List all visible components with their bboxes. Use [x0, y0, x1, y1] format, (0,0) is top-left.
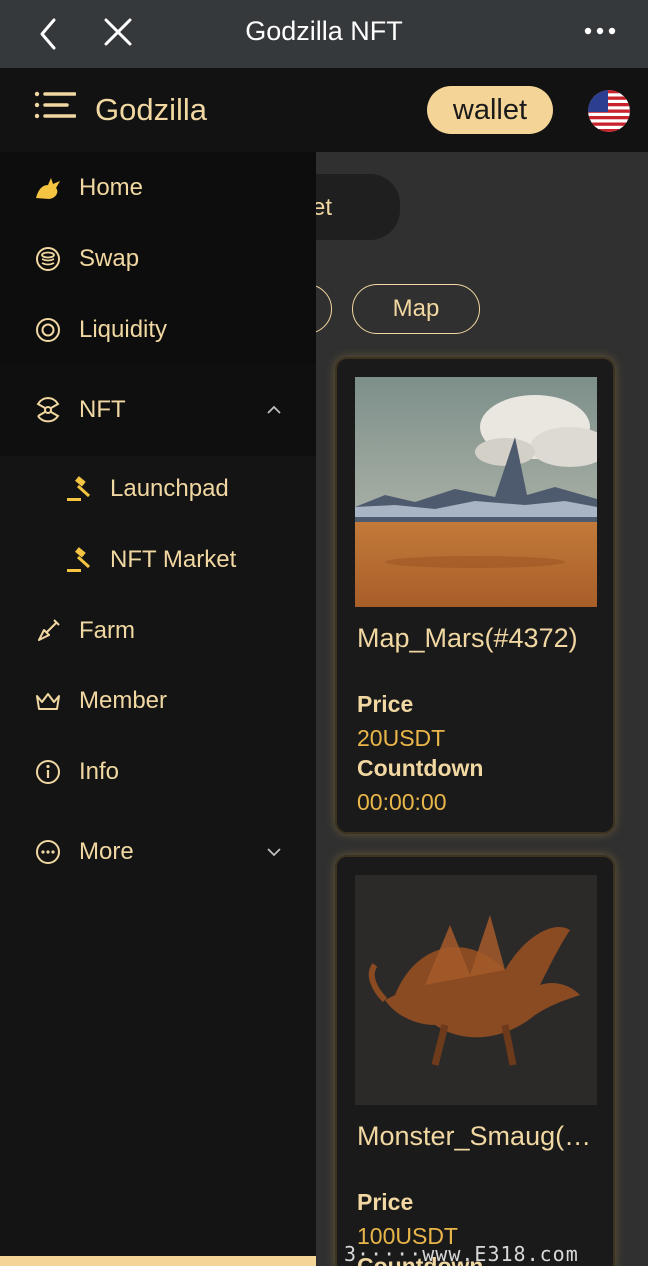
price-value: 20USDT [357, 725, 446, 751]
nft-card[interactable]: Monster_Smaug(… Price 100USDT Countdown [335, 855, 615, 1266]
sidebar-item-member[interactable]: Member [0, 671, 316, 731]
shovel-icon [38, 619, 60, 641]
back-arrow-icon[interactable] [30, 14, 70, 54]
sidebar-item-swap[interactable]: Swap [0, 229, 316, 289]
sidebar-item-label: More [79, 838, 134, 865]
crown-icon [36, 693, 60, 710]
nft-image-mars [355, 377, 597, 607]
close-icon[interactable] [98, 12, 138, 52]
sidebar-item-farm[interactable]: Farm [0, 601, 316, 661]
countdown-label: Countdown [357, 755, 484, 781]
sidebar-item-info[interactable]: Info [0, 742, 316, 802]
sidebar-item-label: Liquidity [79, 316, 168, 343]
side-drawer: Home Swap Liquidity NFT Launchpad NFT Ma… [0, 152, 316, 1266]
price-label: Price [357, 1189, 414, 1215]
sidebar-item-more[interactable]: More [0, 822, 316, 882]
sidebar-item-label: Farm [79, 617, 135, 644]
gavel-icon [67, 476, 91, 501]
sidebar-item-label: NFT [79, 396, 126, 423]
sidebar-item-label: Info [79, 758, 120, 785]
nft-name: Monster_Smaug(… [357, 1121, 592, 1151]
sidebar-item-nft[interactable]: NFT [0, 380, 316, 440]
more-options-icon[interactable] [576, 16, 624, 46]
price-label: Price [357, 691, 414, 717]
filter-pill-map[interactable]: Map [352, 284, 480, 334]
chevron-up-icon [267, 405, 281, 414]
sidebar-item-label: Swap [79, 245, 140, 272]
watermark-text: 3·····www.E318.com [344, 1242, 579, 1266]
us-flag-icon[interactable] [588, 90, 630, 132]
coin-stack-icon [36, 247, 60, 271]
bottom-accent-strip [0, 1256, 316, 1266]
wallet-button[interactable]: wallet [427, 86, 553, 134]
countdown-value: 00:00:00 [357, 789, 447, 815]
hamburger-menu-icon[interactable] [34, 90, 76, 126]
app-header: Godzilla wallet [0, 68, 648, 152]
radiation-icon [36, 397, 60, 423]
sidebar-item-launchpad[interactable]: Launchpad [0, 459, 316, 519]
gavel-icon [67, 547, 91, 572]
sidebar-item-label: Member [79, 687, 168, 714]
target-icon [36, 318, 60, 342]
brand-name: Godzilla [95, 92, 207, 127]
sidebar-item-label: Launchpad [110, 475, 229, 502]
nft-name: Map_Mars(#4372) [357, 623, 578, 653]
nft-image-dragon [355, 875, 597, 1105]
dots-circle-icon [36, 840, 60, 864]
sidebar-item-label: Home [79, 174, 144, 201]
sidebar-item-home[interactable]: Home [0, 158, 316, 218]
chevron-down-icon [267, 848, 281, 857]
sidebar-item-liquidity[interactable]: Liquidity [0, 300, 316, 360]
sidebar-item-nft-market[interactable]: NFT Market [0, 530, 316, 590]
nft-card[interactable]: Map_Mars(#4372) Price 20USDT Countdown 0… [335, 357, 615, 834]
dragon-icon [36, 178, 60, 199]
info-icon [36, 760, 60, 784]
sidebar-item-label: NFT Market [110, 546, 237, 573]
browser-top-bar: Godzilla NFT [0, 0, 648, 68]
